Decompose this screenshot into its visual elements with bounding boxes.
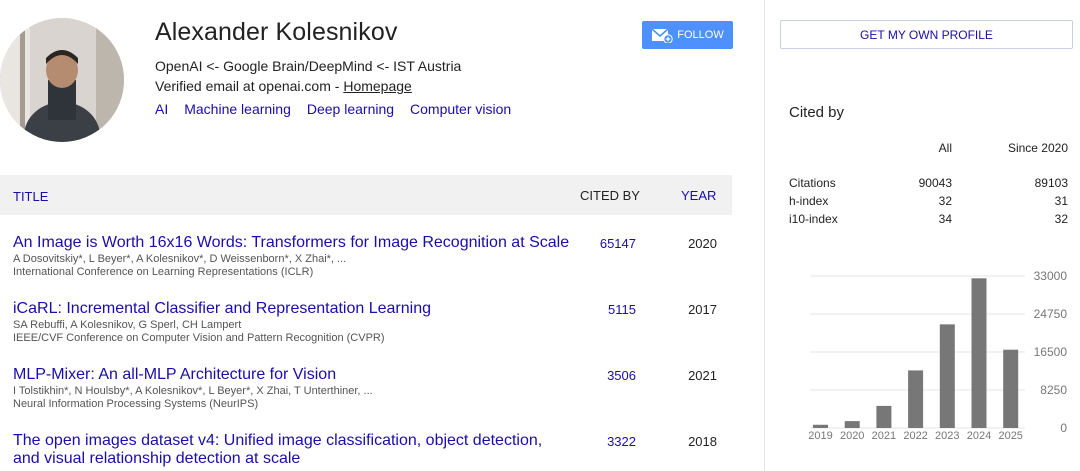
- chart-bar-2023[interactable]: [939, 324, 955, 428]
- interest-ai[interactable]: AI: [155, 101, 168, 117]
- chart-x-tick-label: 2025: [998, 430, 1022, 442]
- paper-authors: A Dosovitskiy*, L Beyer*, A Kolesnikov*,…: [13, 253, 347, 265]
- paper-year: 2017: [688, 302, 717, 317]
- stats-label: h-index: [789, 194, 829, 208]
- stats-all-value: 34: [938, 212, 952, 226]
- paper-title-link[interactable]: MLP-Mixer: An all-MLP Architecture for V…: [13, 366, 336, 384]
- interest-machine-learning[interactable]: Machine learning: [184, 101, 291, 117]
- chart-bar-2024[interactable]: [971, 278, 987, 428]
- chart-y-tick-label: 8250: [1040, 383, 1067, 397]
- profile-affiliation: OpenAI <- Google Brain/DeepMind <- IST A…: [155, 58, 462, 74]
- chart-y-tick-label: 33000: [1034, 269, 1068, 283]
- cited-by-heading: Cited by: [789, 104, 845, 121]
- publications-table-header: TITLE CITED BY YEAR: [0, 175, 732, 215]
- follow-label: FOLLOW: [677, 29, 724, 41]
- cited-by-count-link[interactable]: 5115: [608, 302, 636, 317]
- get-own-profile-button[interactable]: GET MY OWN PROFILE: [780, 20, 1073, 49]
- paper-authors: SA Rebuffi, A Kolesnikov, G Sperl, CH La…: [13, 319, 242, 331]
- stats-since-value: 89103: [1034, 176, 1068, 190]
- paper-venue: Neural Information Processing Systems (N…: [13, 398, 259, 410]
- cited-by-count-link[interactable]: 65147: [600, 236, 636, 251]
- chart-bar-2025[interactable]: [1003, 349, 1019, 428]
- paper-venue: International Conference on Learning Rep…: [13, 266, 314, 278]
- chart-bar-2019[interactable]: [813, 424, 828, 428]
- chart-y-tick-label: 0: [1060, 421, 1067, 435]
- chart-bar-2020[interactable]: [844, 421, 860, 428]
- chart-bar-2021[interactable]: [876, 405, 892, 428]
- table-row: iCaRL: Incremental Classifier and Repres…: [0, 300, 732, 354]
- paper-title-link[interactable]: An Image is Worth 16x16 Words: Transform…: [13, 234, 569, 252]
- paper-year: 2020: [688, 236, 717, 251]
- table-row: An Image is Worth 16x16 Words: Transform…: [0, 234, 732, 288]
- homepage-link[interactable]: Homepage: [343, 78, 412, 94]
- paper-title-link[interactable]: iCaRL: Incremental Classifier and Repres…: [13, 300, 431, 318]
- mail-plus-icon: [651, 28, 673, 43]
- table-row: The open images dataset v4: Unified imag…: [0, 432, 732, 471]
- paper-year: 2018: [688, 434, 717, 449]
- follow-button[interactable]: FOLLOW: [642, 21, 733, 49]
- stats-all-value: 32: [938, 194, 952, 208]
- email-text: Verified email at openai.com -: [155, 78, 344, 94]
- paper-title-link[interactable]: The open images dataset v4: Unified imag…: [13, 432, 573, 468]
- chart-x-tick-label: 2023: [935, 430, 959, 442]
- stats-col-all[interactable]: All: [939, 141, 952, 155]
- stats-row-i10-index: i10-index 34 32: [789, 212, 1068, 228]
- citations-per-year-chart: 0 8250 16500 24750 33000 2019 2020 2021 2022 2023…: [780, 262, 1070, 447]
- profile-avatar: [0, 18, 124, 142]
- chart-bar-2022[interactable]: [908, 370, 924, 428]
- sort-by-year[interactable]: YEAR: [681, 188, 716, 203]
- chart-x-tick-label: 2019: [808, 430, 832, 442]
- paper-year: 2021: [688, 368, 717, 383]
- chart-y-tick-label: 24750: [1034, 307, 1068, 321]
- sort-by-title[interactable]: TITLE: [13, 189, 48, 204]
- profile-name: Alexander Kolesnikov: [155, 18, 398, 46]
- cited-by-count-link[interactable]: 3322: [607, 434, 636, 449]
- table-row: MLP-Mixer: An all-MLP Architecture for V…: [0, 366, 732, 420]
- stats-all-value: 90043: [918, 176, 952, 190]
- cited-by-count-link[interactable]: 3506: [607, 368, 636, 383]
- interest-deep-learning[interactable]: Deep learning: [307, 101, 394, 117]
- chart-x-tick-label: 2020: [840, 430, 864, 442]
- paper-venue: IEEE/CVF Conference on Computer Vision a…: [13, 332, 385, 344]
- stats-row-citations: Citations 90043 89103: [789, 176, 1068, 192]
- chart-x-tick-label: 2022: [903, 430, 927, 442]
- interests-list: AI Machine learning Deep learning Comput…: [155, 101, 511, 117]
- chart-x-tick-label: 2021: [872, 430, 896, 442]
- profile-email: Verified email at openai.com - Homepage: [155, 78, 412, 94]
- stats-row-h-index: h-index 32 31: [789, 194, 1068, 210]
- paper-authors: I Tolstikhin*, N Houlsby*, A Kolesnikov*…: [13, 385, 373, 397]
- stats-label: i10-index: [789, 212, 838, 226]
- stats-label: Citations: [789, 176, 836, 190]
- citations-bar-chart-svg: 0 8250 16500 24750 33000 2019 2020 2021 2022 2023…: [808, 269, 1068, 442]
- chart-x-tick-label: 2024: [967, 430, 991, 442]
- sort-by-cited[interactable]: CITED BY: [580, 188, 640, 203]
- stats-since-value: 32: [1054, 212, 1068, 226]
- chart-y-tick-label: 16500: [1034, 345, 1068, 359]
- stats-col-since[interactable]: Since 2020: [1008, 141, 1068, 155]
- interest-computer-vision[interactable]: Computer vision: [410, 101, 511, 117]
- stats-since-value: 31: [1054, 194, 1068, 208]
